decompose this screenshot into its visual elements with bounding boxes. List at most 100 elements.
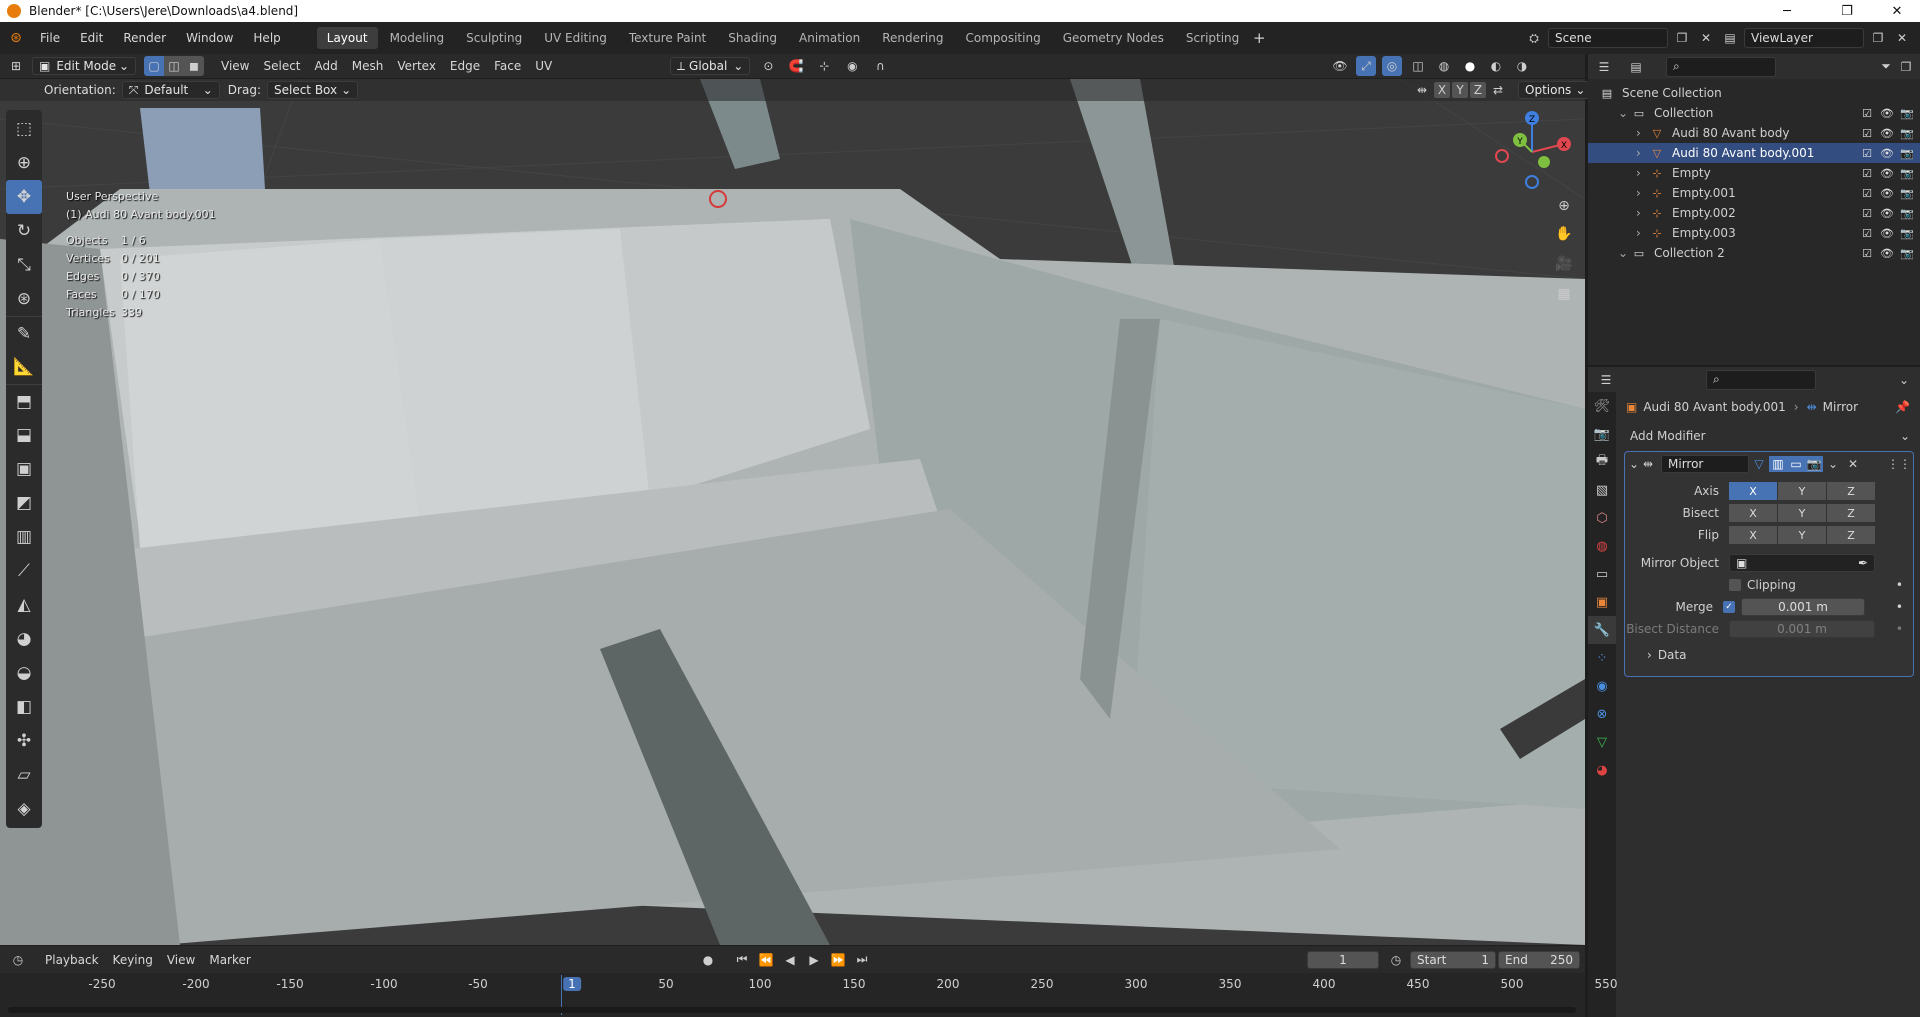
jump-end-icon[interactable]: ⏭: [852, 950, 872, 970]
face-select-icon[interactable]: ◼: [184, 56, 204, 76]
viewport-menu-edge[interactable]: Edge: [443, 59, 487, 73]
jump-keyframe-forward-icon[interactable]: ⏩: [828, 950, 848, 970]
blender-menu-icon[interactable]: ⊛: [6, 28, 26, 48]
falloff-icon[interactable]: ∩: [870, 56, 890, 76]
material-tab-icon[interactable]: ◕: [1588, 756, 1616, 784]
expand-chevron-icon[interactable]: ⌄: [1618, 246, 1632, 260]
modifier-tab-icon[interactable]: 🔧: [1588, 616, 1616, 644]
tab-layout[interactable]: Layout: [316, 27, 378, 49]
pin-icon[interactable]: 📌: [1895, 400, 1910, 414]
add-workspace-icon[interactable]: +: [1249, 28, 1269, 48]
tab-geometry-nodes[interactable]: Geometry Nodes: [1053, 27, 1174, 49]
viewlayer-field[interactable]: ViewLayer: [1744, 28, 1864, 48]
output-tab-icon[interactable]: 🖶: [1588, 448, 1616, 476]
pivot-point-icon[interactable]: ⊙: [758, 56, 778, 76]
display-mode-icon[interactable]: ▤: [1626, 57, 1646, 77]
ortho-toggle-icon[interactable]: ▦: [1552, 282, 1576, 306]
data-tab-icon[interactable]: ▽: [1588, 728, 1616, 756]
eye-icon[interactable]: 👁: [1880, 227, 1894, 240]
expand-chevron-icon[interactable]: ›: [1636, 166, 1650, 180]
flip-y-toggle[interactable]: Y: [1778, 526, 1826, 544]
tab-animation[interactable]: Animation: [789, 27, 870, 49]
merge-checkbox[interactable]: ✓: [1723, 601, 1735, 613]
shrink-fatten-icon[interactable]: ✣: [6, 724, 42, 758]
menu-item-help[interactable]: Help: [243, 27, 290, 49]
cursor-icon[interactable]: ⊕: [6, 146, 42, 180]
maximize-icon[interactable]: ❐: [1824, 0, 1870, 22]
add-modifier-dropdown[interactable]: Add Modifier ⌄: [1624, 425, 1914, 447]
axis-z-toggle[interactable]: Z: [1827, 482, 1875, 500]
mirror-z-toggle[interactable]: Z: [1470, 82, 1486, 98]
annotate-icon[interactable]: ✎: [6, 316, 42, 350]
play-reverse-icon[interactable]: ◀: [780, 950, 800, 970]
camera-icon[interactable]: 📷: [1900, 247, 1914, 260]
axis-y-toggle[interactable]: Y: [1778, 482, 1826, 500]
rotate-icon[interactable]: ↻: [6, 214, 42, 248]
pan-hand-icon[interactable]: ✋: [1552, 222, 1576, 246]
collapse-chevron-icon[interactable]: ⌄: [1629, 457, 1643, 471]
viewport-display-icon[interactable]: ▭: [1787, 456, 1805, 472]
inset-icon[interactable]: ▣: [6, 452, 42, 486]
timeline-scrollbar[interactable]: [8, 1007, 1576, 1013]
editor-type-icon[interactable]: ◷: [8, 950, 28, 970]
outliner-row[interactable]: › ▽ Audi 80 Avant body.001 ☑ 👁 📷: [1588, 143, 1920, 163]
tab-uv-editing[interactable]: UV Editing: [534, 27, 617, 49]
camera-icon[interactable]: 📷: [1900, 227, 1914, 240]
scene-tab-icon[interactable]: ⬡: [1588, 504, 1616, 532]
world-tab-icon[interactable]: ◍: [1588, 532, 1616, 560]
proportional-edit-icon[interactable]: ◉: [842, 56, 862, 76]
scene-icon[interactable]: ⛭: [1524, 28, 1544, 48]
viewport-menu-add[interactable]: Add: [308, 59, 345, 73]
eye-icon[interactable]: 👁: [1880, 167, 1894, 180]
eye-icon[interactable]: 👁: [1880, 207, 1894, 220]
checkbox-icon[interactable]: ☑: [1860, 187, 1874, 200]
shear-icon[interactable]: ▱: [6, 758, 42, 792]
new-scene-icon[interactable]: ❐: [1672, 28, 1692, 48]
editor-type-icon[interactable]: ⊞: [6, 56, 26, 76]
filter-icon[interactable]: ⏷: [1876, 57, 1896, 77]
material-shading-icon[interactable]: ◐: [1486, 56, 1506, 76]
drag-handle-icon[interactable]: ⋮⋮: [1887, 454, 1911, 474]
axis-x-toggle[interactable]: X: [1729, 482, 1777, 500]
navigation-gizmo[interactable]: X Z Y: [1490, 110, 1574, 194]
timeline-menu-keying[interactable]: Keying: [106, 953, 160, 967]
collection-tab-icon[interactable]: ▭: [1588, 560, 1616, 588]
outliner-row[interactable]: ⌄ ▭ Collection ☑ 👁 📷: [1588, 103, 1920, 123]
bevel-icon[interactable]: ◩: [6, 486, 42, 520]
outliner-row[interactable]: › ⊹ Empty ☑ 👁 📷: [1588, 163, 1920, 183]
view-layer-tab-icon[interactable]: ▧: [1588, 476, 1616, 504]
knife-icon[interactable]: ⟋: [6, 554, 42, 588]
minimize-icon[interactable]: ─: [1764, 0, 1810, 22]
camera-icon[interactable]: 📷: [1900, 167, 1914, 180]
viewport-menu-face[interactable]: Face: [487, 59, 528, 73]
options-dropdown[interactable]: Options ⌄: [1518, 81, 1593, 99]
checkbox-icon[interactable]: ☑: [1860, 107, 1874, 120]
mirror-x-toggle[interactable]: X: [1434, 82, 1450, 98]
rip-region-icon[interactable]: ◈: [6, 792, 42, 826]
checkbox-icon[interactable]: ☑: [1860, 127, 1874, 140]
expand-chevron-icon[interactable]: ›: [1636, 146, 1650, 160]
constraints-tab-icon[interactable]: ⊗: [1588, 700, 1616, 728]
eyedropper-icon[interactable]: ✒: [1858, 556, 1868, 570]
editor-type-icon[interactable]: ☰: [1594, 57, 1614, 77]
outliner-row[interactable]: › ⊹ Empty.001 ☑ 👁 📷: [1588, 183, 1920, 203]
extrude-icon[interactable]: ⬓: [6, 418, 42, 452]
timeline[interactable]: -250 -200 -150 -100 -50 1 50 100 150 200 250 300 350…: [0, 973, 1617, 1017]
select-box-icon[interactable]: ⬚: [6, 112, 42, 146]
menu-item-window[interactable]: Window: [176, 27, 243, 49]
end-frame-field[interactable]: End 250: [1498, 950, 1580, 969]
tab-scripting[interactable]: Scripting: [1176, 27, 1249, 49]
tab-compositing[interactable]: Compositing: [955, 27, 1050, 49]
viewport-menu-vertex[interactable]: Vertex: [390, 59, 443, 73]
particles-tab-icon[interactable]: ⁘: [1588, 644, 1616, 672]
edit-mode-display-icon[interactable]: ▥: [1769, 456, 1787, 472]
visibility-icon[interactable]: 👁: [1330, 56, 1350, 76]
tab-texture-paint[interactable]: Texture Paint: [619, 27, 716, 49]
new-collection-icon[interactable]: ❐: [1896, 57, 1916, 77]
tool-tab-icon[interactable]: 🛠: [1588, 392, 1616, 420]
checkbox-icon[interactable]: ☑: [1860, 147, 1874, 160]
jump-start-icon[interactable]: ⏮: [732, 950, 752, 970]
eye-icon[interactable]: 👁: [1880, 187, 1894, 200]
smooth-icon[interactable]: ◒: [6, 656, 42, 690]
viewport-menu-select[interactable]: Select: [256, 59, 307, 73]
